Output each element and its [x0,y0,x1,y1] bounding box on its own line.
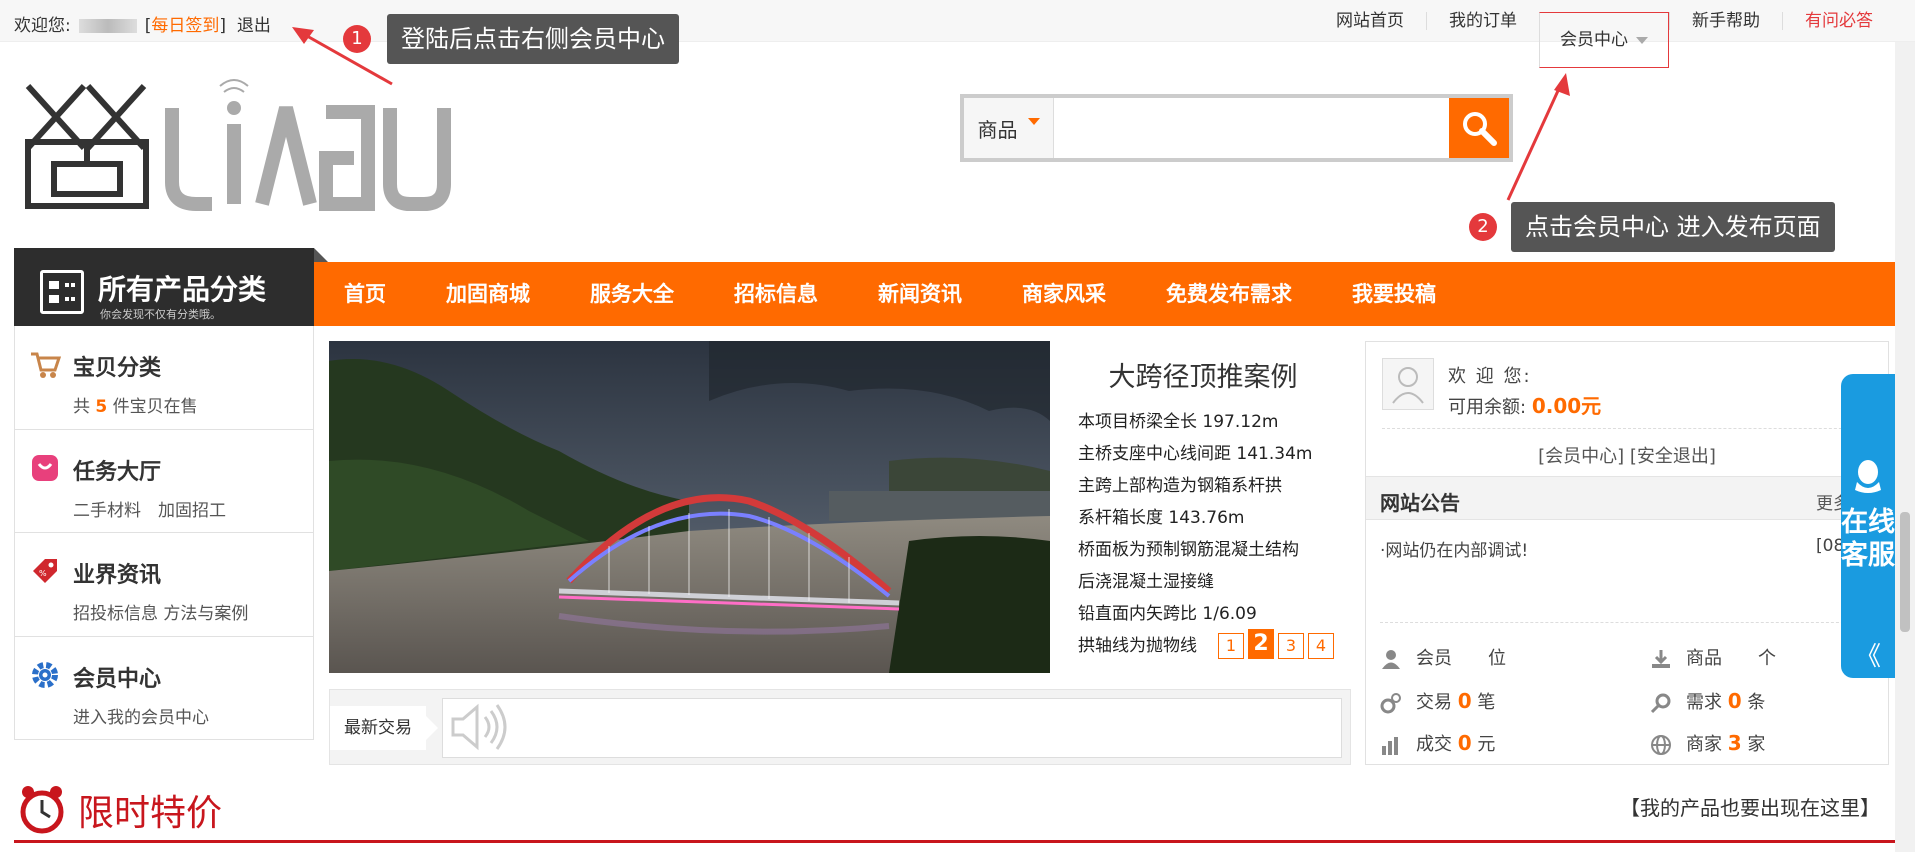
user-panel: 欢 迎 您: 可用余额: 0.00元 [会员中心] [安全退出] 网站公告 更多… [1365,341,1889,765]
sidebar-item-title: 宝贝分类 [73,356,162,381]
avatar [1382,358,1434,410]
fold-decoration [314,248,328,262]
search-category-select[interactable]: 商品 [964,98,1054,158]
speaker-icon [451,703,507,751]
site-logo[interactable] [24,78,454,218]
qq-icon [1855,460,1881,493]
banner-page-1[interactable]: 1 [1218,633,1244,659]
sidebar-item-sub: 招投标信息 方法与案例 [73,604,249,624]
download-icon [1652,650,1670,668]
nav-mall[interactable]: 加固商城 [416,262,560,326]
nav-merchants[interactable]: 商家风采 [992,262,1136,326]
banner-line: 桥面板为预制钢筋混凝土结构 [1078,540,1299,560]
tip1: 登陆后点击右侧会员中心 [387,14,679,64]
sidebar-item-title: 任务大厅 [73,459,162,485]
banner-line: 主跨上部构造为钢箱系杆拱 [1078,476,1282,496]
sidebar-item-sub: 二手材料 加固招工 [73,500,226,521]
latest-trade-ticker [442,698,1342,758]
gears-icon [1380,693,1401,714]
svg-text:%: % [39,569,47,578]
search-icon [1463,112,1497,146]
chevron-down-icon [1027,117,1040,125]
globe-icon [1651,735,1671,755]
cart-icon [31,352,61,378]
sidebar-item-title: 业界资讯 [73,563,162,588]
stat-demands: 需求 0 条 [1650,688,1765,714]
scrollbar-thumb[interactable] [1900,512,1910,632]
user-welcome: 欢 迎 您: [1448,366,1532,387]
user-icon [1382,650,1400,669]
notice-title: 网站公告 [1380,491,1460,515]
nav-submit[interactable]: 我要投稿 [1322,262,1466,326]
banner-line: 系杆箱长度 143.76m [1078,508,1245,528]
category-icon [40,270,84,314]
product-count: 5 [95,397,108,417]
banner-line: 主桥支座中心线间距 141.34m [1078,444,1313,464]
flash-sale-divider [14,840,1895,843]
sidebar-item-tasks[interactable]: 任务大厅 二手材料 加固招工 [15,430,313,533]
category-sidebar: 宝贝分类 共 5 件宝贝在售 任务大厅 二手材料 加固招工 % 业界资讯 招投标… [14,326,314,740]
banner-page-2[interactable]: 2 [1248,629,1274,659]
tip1-badge: 1 [343,25,371,53]
gear-icon [32,661,58,688]
nav-news[interactable]: 新闻资讯 [848,262,992,326]
search-bar: 商品 [960,94,1513,162]
notice-item[interactable]: ·网站仍在内部调试! [1380,536,1528,561]
tip2: 点击会员中心 进入发布页面 [1511,202,1835,252]
all-categories-subtitle: 你会发现不仅有分类哦。 [100,308,221,321]
banner-text: 大跨径顶推案例 本项目桥梁全长 197.12m 主桥支座中心线间距 141.34… [1078,355,1348,662]
banner-title: 大跨径顶推案例 [1108,362,1298,393]
nav-post-demand[interactable]: 免费发布需求 [1136,262,1322,326]
nav-tenders[interactable]: 招标信息 [704,262,848,326]
alarm-clock-icon [20,786,64,834]
stat-products: 商品 个 [1650,644,1776,670]
search-button[interactable] [1449,98,1509,158]
divider [1382,428,1872,429]
stat-merchants: 商家 3 家 [1650,730,1765,756]
user-avatar-icon [1392,367,1424,404]
page-scrollbar[interactable] [1895,42,1915,852]
sidebar-item-news[interactable]: % 业界资讯 招投标信息 方法与案例 [15,533,313,637]
banner-line: 本项目桥梁全长 197.12m [1078,412,1279,432]
nav-home[interactable]: 首页 [314,262,416,326]
online-service-button[interactable]: 在线客服 《 [1841,374,1895,678]
nav-services[interactable]: 服务大全 [560,262,704,326]
stat-members: 会员 位 [1380,644,1506,670]
stat-deals: 成交 0 元 [1380,730,1495,756]
tag-icon: % [33,559,57,583]
search-category-value: 商品 [977,117,1018,142]
banner-page-4[interactable]: 4 [1308,633,1334,659]
online-service-label: 在线客服 [1841,507,1895,571]
bar-chart-icon [1382,737,1398,755]
banner-image[interactable] [329,341,1050,673]
notice-header: 网站公告 更多 [1366,476,1888,520]
latest-trade-label: 最新交易 [330,706,438,750]
search-input[interactable] [1054,98,1449,158]
all-categories[interactable]: 所有产品分类 你会发现不仅有分类哦。 [14,248,328,326]
sidebar-item-products[interactable]: 宝贝分类 共 5 件宝贝在售 [15,326,313,430]
user-links[interactable]: [会员中心] [安全退出] [1366,442,1888,468]
balance-value: 0.00元 [1531,394,1602,418]
sidebar-item-sub: 共 5 件宝贝在售 [73,397,198,417]
user-balance: 可用余额: 0.00元 [1448,394,1602,418]
latest-trade: 最新交易 [329,689,1351,765]
flash-sale-header: 限时特价 [18,782,222,838]
bag-icon [32,454,58,481]
sidebar-item-title: 会员中心 [73,666,162,692]
sidebar-item-sub: 进入我的会员中心 [73,707,209,728]
all-categories-title: 所有产品分类 [98,273,267,306]
tip2-badge: 2 [1469,213,1497,241]
magnifier-icon [1650,693,1671,714]
stat-trades: 交易 0 笔 [1380,688,1495,714]
collapse-icon[interactable]: 《 [1841,636,1895,673]
flash-sale-title: 限时特价 [78,793,223,834]
banner-line: 铅直面内矢跨比 1/6.09 [1078,604,1257,624]
banner-line: 后浇混凝土湿接缝 [1078,572,1214,592]
banner-page-3[interactable]: 3 [1278,633,1304,659]
main-nav: 首页 加固商城 服务大全 招标信息 新闻资讯 商家风采 免费发布需求 我要投稿 [314,262,1466,326]
sidebar-item-member[interactable]: 会员中心 进入我的会员中心 [15,637,313,741]
banner-pager: 1 2 3 4 [1218,629,1334,659]
divider [1380,622,1874,623]
promote-product-link[interactable]: 【我的产品也要出现在这里】 [1620,792,1880,821]
